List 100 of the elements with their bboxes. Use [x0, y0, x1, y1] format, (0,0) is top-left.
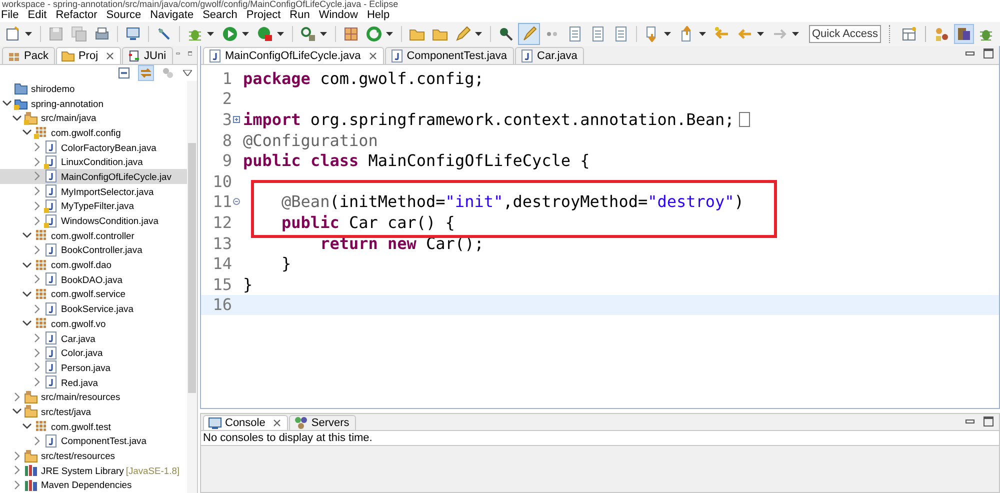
tree-item[interactable]: spring-annotation: [0, 96, 187, 110]
tab[interactable]: ComponentTest.java: [384, 47, 514, 64]
package-icon: [34, 125, 48, 140]
menu-item[interactable]: Source: [106, 9, 146, 22]
source-folder-icon: [24, 404, 38, 418]
tree-item[interactable]: MyTypeFilter.java: [0, 198, 187, 214]
package-icon: [34, 286, 48, 301]
java-file-icon: [390, 49, 404, 63]
tree-item[interactable]: src/test/resources: [0, 448, 187, 463]
tree-item[interactable]: src/main/resources: [0, 389, 187, 404]
source-folder-icon: [24, 110, 38, 125]
java-file-icon: [44, 331, 58, 346]
console-message: No consoles to display at this time.: [201, 431, 999, 446]
java-file-icon: [520, 49, 534, 63]
tree-item[interactable]: Color.java: [0, 345, 187, 360]
fold-collapse-icon[interactable]: [233, 198, 240, 206]
menu-item[interactable]: Navigate: [150, 9, 199, 22]
console-icon: [208, 416, 222, 430]
folded-code-marker[interactable]: [739, 112, 750, 127]
java-file-icon: [44, 198, 58, 213]
line-number: 10: [212, 172, 232, 191]
tree-item[interactable]: BookService.java: [0, 301, 187, 316]
tree-item[interactable]: Red.java: [0, 374, 187, 390]
tree-item[interactable]: BookDAO.java: [0, 272, 187, 287]
library-icon: [24, 463, 38, 478]
tree-item[interactable]: ColorFactoryBean.java: [0, 140, 187, 154]
menu-item[interactable]: Search: [202, 9, 242, 22]
tree-item[interactable]: WindowsCondition.java: [0, 213, 187, 228]
tree-item[interactable]: LinuxCondition.java: [0, 154, 187, 170]
code-line: package com.gwolf.config;: [243, 68, 484, 88]
menu-item[interactable]: File: [0, 9, 24, 22]
tree-item[interactable]: MyImportSelector.java: [0, 184, 187, 198]
tab[interactable]: Console: [203, 415, 288, 430]
tree-item[interactable]: Car.java: [0, 330, 187, 346]
line-number: 2: [222, 89, 232, 108]
menu-item[interactable]: Window: [318, 9, 363, 22]
tree-item[interactable]: MainConfigOfLifeCycle.jav: [0, 169, 187, 184]
tree-item[interactable]: com.gwolf.vo: [0, 316, 187, 331]
line-number: 14: [212, 254, 232, 274]
tree-item[interactable]: src/test/java: [0, 404, 187, 419]
java-file-icon: [44, 434, 58, 448]
line-number: 12: [212, 212, 232, 232]
code-line: @Bean(initMethod="init",destroyMethod="destroy"): [280, 192, 744, 212]
tab[interactable]: MainConfigOfLifeCycle.java: [203, 47, 384, 64]
filter-icon[interactable]: [160, 65, 176, 81]
fold-expand-icon[interactable]: [233, 116, 240, 123]
quick-access-field[interactable]: Quick Access: [809, 25, 881, 43]
menu-item[interactable]: Project: [246, 9, 286, 22]
java-file-icon: [44, 154, 58, 169]
tree-item[interactable]: Maven Dependencies: [0, 478, 187, 492]
menu-item[interactable]: Help: [366, 9, 395, 22]
view-menu-icon[interactable]: [182, 69, 193, 77]
collapse-all-icon[interactable]: [116, 65, 132, 81]
tree-item[interactable]: com.gwolf.dao: [0, 257, 187, 272]
java-file-icon: [44, 360, 58, 374]
tree-item[interactable]: com.gwolf.config: [0, 125, 187, 140]
tab[interactable]: Pack: [2, 47, 56, 64]
close-icon[interactable]: [368, 52, 377, 60]
tab[interactable]: JUni: [122, 47, 174, 64]
package-icon: [34, 419, 48, 434]
menu-item[interactable]: Edit: [28, 9, 52, 22]
close-icon[interactable]: [273, 419, 282, 427]
scrollbar-thumb[interactable]: [188, 143, 196, 393]
tree-item[interactable]: src/main/java: [0, 110, 187, 126]
code-line: }: [280, 254, 292, 274]
tree-item[interactable]: Person.java: [0, 360, 187, 375]
tree-item[interactable]: JRE System Library [JavaSE-1.8]: [0, 462, 187, 478]
code-line: return new Car();: [319, 234, 484, 253]
java-file-icon: [44, 214, 58, 228]
line-number: 16: [212, 295, 232, 314]
maximize-icon[interactable]: [983, 416, 994, 427]
tab[interactable]: Servers: [289, 415, 356, 430]
tab[interactable]: Car.java: [515, 47, 584, 64]
scrollbar[interactable]: [187, 81, 197, 493]
link-editor-button[interactable]: [138, 65, 154, 81]
java-file-icon: [44, 140, 58, 154]
java-file-icon: [44, 302, 58, 316]
java-file-icon: [44, 272, 58, 286]
menu-item[interactable]: Run: [290, 9, 315, 22]
tree-item[interactable]: com.gwolf.service: [0, 286, 187, 302]
code-line: @Configuration: [243, 130, 378, 150]
code-line: public class MainConfigOfLifeCycle {: [243, 151, 590, 170]
package-icon: [34, 228, 48, 242]
tree-item[interactable]: shirodemo: [0, 81, 187, 96]
maximize-icon[interactable]: [983, 48, 994, 59]
line-number: 9: [222, 151, 232, 170]
tree-item[interactable]: ComponentTest.java: [0, 434, 187, 448]
package-icon: [34, 316, 48, 330]
java-file-icon: [208, 49, 222, 63]
tab[interactable]: Proj: [56, 47, 122, 64]
tree-item[interactable]: com.gwolf.test: [0, 418, 187, 434]
tree-item[interactable]: com.gwolf.controller: [0, 228, 187, 243]
folder-icon: [61, 49, 76, 63]
library-version: [JavaSE-1.8]: [126, 464, 180, 476]
java-ee-icon[interactable]: [954, 24, 974, 44]
package-icon: [34, 258, 48, 272]
close-icon[interactable]: [106, 52, 114, 60]
menu-item[interactable]: Refactor: [56, 9, 102, 22]
tree-item[interactable]: BookController.java: [0, 242, 187, 258]
code-line: import org.springframework.context.annotation.Bean;: [243, 110, 734, 129]
